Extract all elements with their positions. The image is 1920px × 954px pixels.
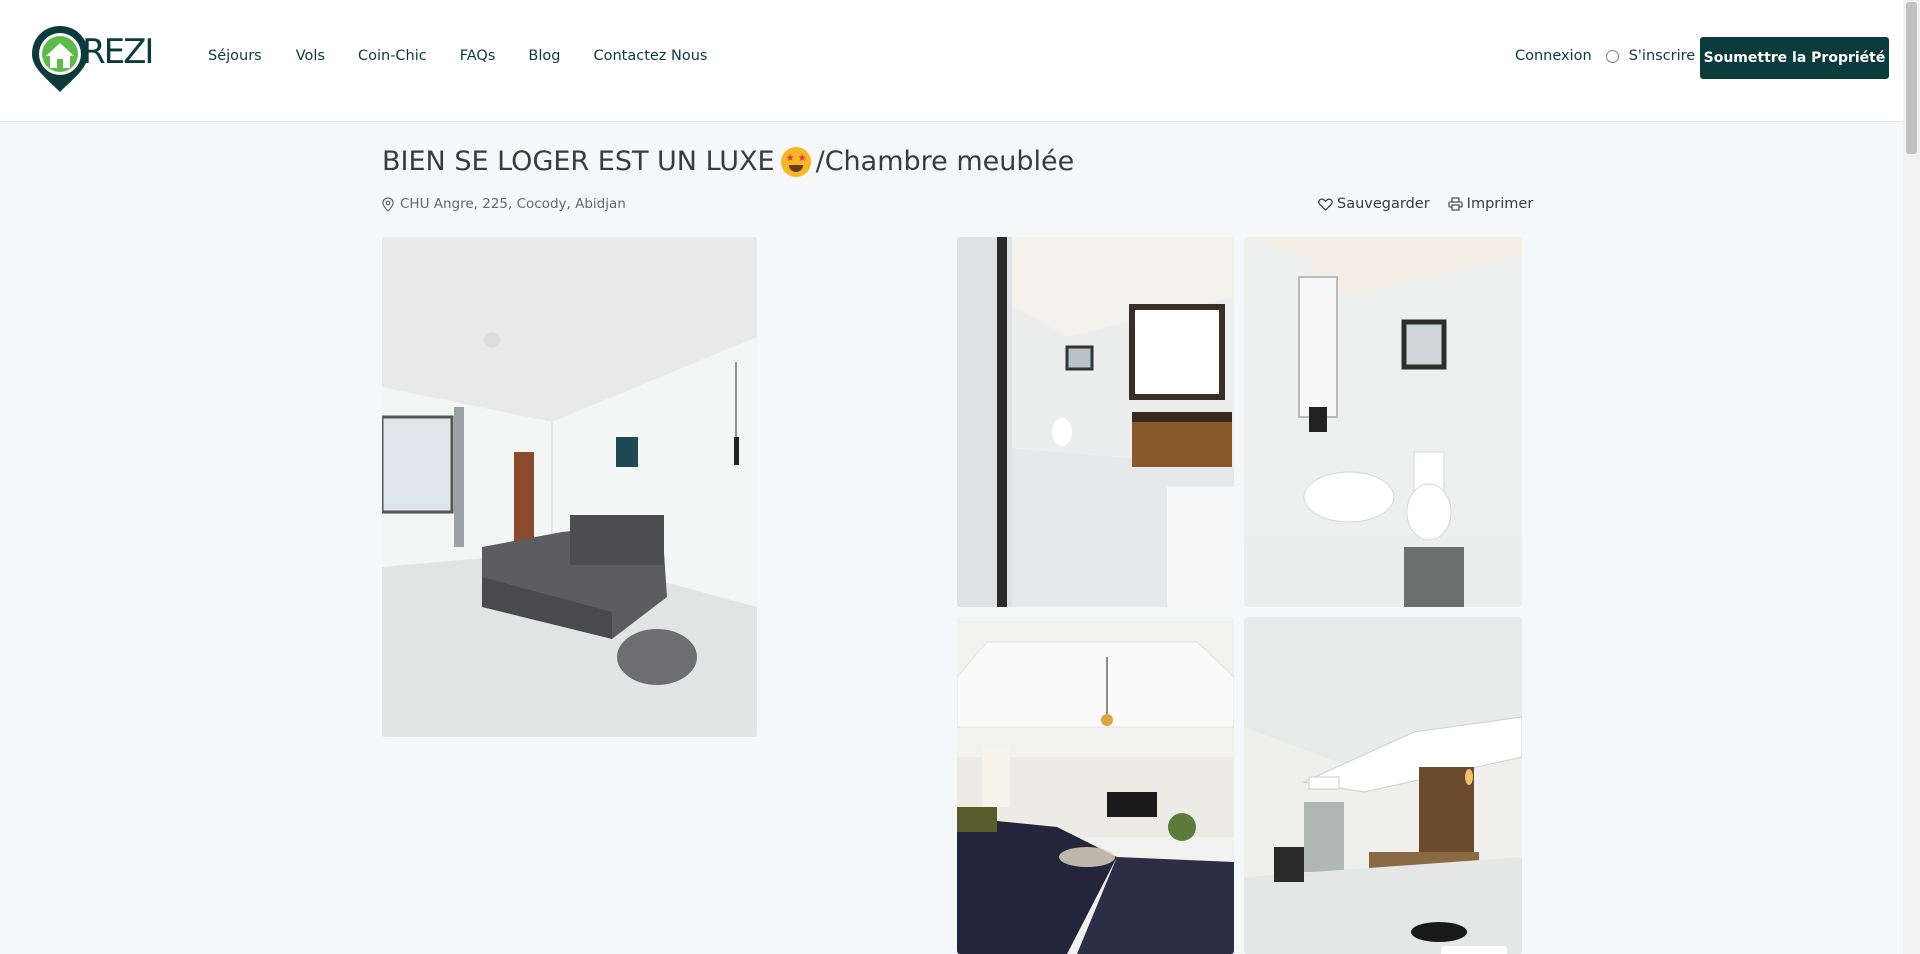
heart-icon	[1318, 198, 1333, 211]
gallery-photo-bathroom-2[interactable]	[1244, 237, 1522, 607]
save-label: Sauvegarder	[1337, 196, 1430, 212]
location-pin-icon	[382, 196, 394, 212]
logo-pin-icon	[32, 26, 88, 92]
page-scrollbar[interactable]	[1903, 0, 1920, 954]
nav-item-vols[interactable]: Vols	[296, 48, 325, 64]
nav-item-sejours[interactable]: Séjours	[208, 48, 262, 64]
listing-actions: Sauvegarder Imprimer	[1318, 196, 1533, 212]
gallery-photo-bathroom-1[interactable]	[957, 237, 1234, 607]
auth-links: Connexion S'inscrire	[1515, 48, 1695, 64]
signup-link[interactable]: S'inscrire	[1629, 48, 1696, 64]
save-button[interactable]: Sauvegarder	[1318, 196, 1430, 212]
submit-property-button[interactable]: Soumettre la Propriété	[1700, 37, 1889, 79]
print-label: Imprimer	[1466, 196, 1534, 212]
star-struck-emoji-icon: ★ ★	[780, 146, 811, 177]
printer-icon	[1448, 197, 1463, 211]
listing-title-suffix: /Chambre meublée	[815, 146, 1075, 177]
nav-item-blog[interactable]: Blog	[528, 48, 560, 64]
nav-item-faqs[interactable]: FAQs	[460, 48, 496, 64]
listing-address: CHU Angre, 225, Cocody, Abidjan	[382, 196, 626, 212]
gallery-photo-bedroom-2[interactable]	[1244, 617, 1522, 954]
main-nav: Séjours Vols Coin-Chic FAQs Blog Contact…	[208, 48, 741, 64]
print-button[interactable]: Imprimer	[1448, 196, 1534, 212]
site-header: REZI Séjours Vols Coin-Chic FAQs Blog Co…	[0, 0, 1903, 122]
separator-circle-icon	[1605, 49, 1619, 63]
listing-title: BIEN SE LOGER EST UN LUXE ★ ★ /Chambre me…	[382, 146, 1074, 177]
login-link[interactable]: Connexion	[1515, 48, 1592, 64]
address-text: CHU Angre, 225, Cocody, Abidjan	[400, 196, 626, 212]
nav-item-coin-chic[interactable]: Coin-Chic	[358, 48, 427, 64]
listing-title-text: BIEN SE LOGER EST UN LUXE	[382, 146, 775, 177]
main-photo-bedroom[interactable]	[382, 237, 757, 737]
show-all-photos-button[interactable]	[1441, 946, 1507, 954]
nav-item-contact[interactable]: Contactez Nous	[593, 48, 707, 64]
scrollbar-thumb[interactable]	[1906, 2, 1917, 154]
site-logo[interactable]: REZI	[30, 24, 154, 94]
gallery-photo-living-room[interactable]	[957, 617, 1234, 954]
logo-text: REZI	[82, 32, 154, 72]
